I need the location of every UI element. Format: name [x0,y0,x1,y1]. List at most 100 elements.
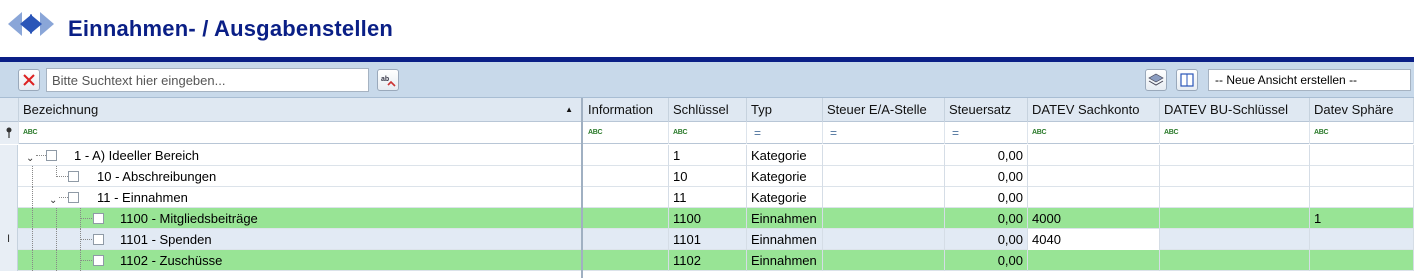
cell-schluessel[interactable]: 10 [669,166,747,187]
table-row[interactable]: ⌄ 1 - A) Ideeller Bereich 1 Kategorie 0,… [0,145,1414,166]
row-checkbox[interactable] [46,150,57,161]
cell-steuer-ea[interactable] [823,187,945,208]
cell-typ[interactable]: Kategorie [747,145,823,166]
cell-steuer-ea[interactable] [823,250,945,271]
cell-bezeichnung[interactable]: ⌄ 1 - A) Ideeller Bereich [19,145,582,166]
row-checkbox[interactable] [68,171,79,182]
row-checkbox[interactable] [68,192,79,203]
column-header-typ[interactable]: Typ [747,98,823,122]
cell-datev-bu[interactable] [1160,229,1310,250]
abc-filter-icon: ABC [1032,129,1047,136]
column-header-schluessel[interactable]: Schlüssel [669,98,747,122]
collapse-chevron-icon[interactable]: ⌄ [49,190,57,208]
row-checkbox[interactable] [93,213,104,224]
cell-typ[interactable]: Kategorie [747,187,823,208]
column-header-datev-sachkonto[interactable]: DATEV Sachkonto [1028,98,1160,122]
filter-cell-datev-bu[interactable]: ABC [1160,122,1310,144]
cell-typ[interactable]: Einnahmen [747,208,823,229]
filter-cell-steuer-ea[interactable]: = [823,122,945,144]
cell-schluessel[interactable]: 1100 [669,208,747,229]
cell-information[interactable] [584,229,669,250]
cell-datev-sachkonto[interactable] [1028,250,1160,271]
cell-datev-bu[interactable] [1160,187,1310,208]
layers-icon [1148,73,1164,86]
table-row[interactable]: 1100 - Mitgliedsbeiträge 1100 Einnahmen … [0,208,1414,229]
search-input[interactable] [46,68,369,92]
row-checkbox[interactable] [93,234,104,245]
column-header-information[interactable]: Information [584,98,669,122]
filter-cell-bezeichnung[interactable]: ABC [19,122,582,144]
cell-datev-sachkonto[interactable] [1028,145,1160,166]
cell-steuersatz[interactable]: 0,00 [945,187,1028,208]
filter-cell-steuersatz[interactable]: = [945,122,1028,144]
cell-datev-sphaere[interactable] [1310,229,1414,250]
cell-datev-sachkonto[interactable]: 4000 [1028,208,1160,229]
cell-steuer-ea[interactable] [823,229,945,250]
cell-steuersatz[interactable]: 0,00 [945,208,1028,229]
cell-datev-bu[interactable] [1160,145,1310,166]
frozen-column-separator[interactable] [581,98,583,278]
cell-steuer-ea[interactable] [823,166,945,187]
cell-bezeichnung[interactable]: ⌄ 11 - Einnahmen [19,187,582,208]
table-row[interactable]: I 1101 - Spenden 1101 Einnahmen 0,00 404… [0,229,1414,250]
table-row[interactable]: ⌄ 11 - Einnahmen 11 Kategorie 0,00 [0,187,1414,208]
pin-icon [6,127,12,138]
filter-cell-datev-sachkonto[interactable]: ABC [1028,122,1160,144]
table-row[interactable]: 10 - Abschreibungen 10 Kategorie 0,00 [0,166,1414,187]
clear-search-button[interactable] [18,69,40,91]
cell-datev-sphaere[interactable]: 1 [1310,208,1414,229]
cell-steuersatz[interactable]: 0,00 [945,250,1028,271]
filter-cell-datev-sphaere[interactable]: ABC [1310,122,1414,144]
cell-steuersatz[interactable]: 0,00 [945,145,1028,166]
row-checkbox[interactable] [93,255,104,266]
cell-datev-sphaere[interactable] [1310,166,1414,187]
cell-information[interactable] [584,145,669,166]
column-header-datev-bu[interactable]: DATEV BU-Schlüssel [1160,98,1310,122]
cell-datev-sachkonto[interactable]: 4040 [1028,229,1160,250]
filter-cell-schluessel[interactable]: ABC [669,122,747,144]
collapse-chevron-icon[interactable]: ⌄ [26,148,34,166]
search-toolbar: ab -- Neue Ansicht erstellen -- [0,62,1414,98]
spellcheck-button[interactable]: ab [377,69,399,91]
layers-button[interactable] [1145,69,1167,91]
book-button[interactable] [1176,69,1198,91]
cell-datev-bu[interactable] [1160,250,1310,271]
cell-bezeichnung[interactable]: 1101 - Spenden [19,229,582,250]
cell-steuersatz[interactable]: 0,00 [945,166,1028,187]
cell-typ[interactable]: Einnahmen [747,229,823,250]
cell-datev-sachkonto[interactable] [1028,187,1160,208]
cell-typ[interactable]: Einnahmen [747,250,823,271]
cell-datev-sphaere[interactable] [1310,187,1414,208]
view-select[interactable]: -- Neue Ansicht erstellen -- [1208,69,1411,91]
cell-information[interactable] [584,187,669,208]
column-header-steuersatz[interactable]: Steuersatz [945,98,1028,122]
column-header-bezeichnung[interactable]: Bezeichnung ▲ [19,98,582,122]
cell-schluessel[interactable]: 1102 [669,250,747,271]
cell-information[interactable] [584,166,669,187]
cell-schluessel[interactable]: 11 [669,187,747,208]
filter-pin-cell[interactable] [0,122,19,144]
cell-typ[interactable]: Kategorie [747,166,823,187]
column-header-datev-sphaere[interactable]: Datev Sphäre [1310,98,1414,122]
cell-datev-bu[interactable] [1160,208,1310,229]
back-forward-arrows-icon[interactable] [6,8,56,40]
table-row[interactable]: 1102 - Zuschüsse 1102 Einnahmen 0,00 [0,250,1414,271]
cell-datev-bu[interactable] [1160,166,1310,187]
cell-steuer-ea[interactable] [823,208,945,229]
cell-datev-sachkonto[interactable] [1028,166,1160,187]
cell-bezeichnung[interactable]: 10 - Abschreibungen [19,166,582,187]
column-header-steuer-ea[interactable]: Steuer E/A-Stelle [823,98,945,122]
filter-cell-information[interactable]: ABC [584,122,669,144]
filter-cell-typ[interactable]: = [747,122,823,144]
tree-connector [80,239,92,240]
cell-schluessel[interactable]: 1101 [669,229,747,250]
cell-steuer-ea[interactable] [823,145,945,166]
cell-information[interactable] [584,208,669,229]
cell-bezeichnung[interactable]: 1102 - Zuschüsse [19,250,582,271]
cell-information[interactable] [584,250,669,271]
cell-datev-sphaere[interactable] [1310,250,1414,271]
cell-bezeichnung[interactable]: 1100 - Mitgliedsbeiträge [19,208,582,229]
cell-steuersatz[interactable]: 0,00 [945,229,1028,250]
cell-datev-sphaere[interactable] [1310,145,1414,166]
cell-schluessel[interactable]: 1 [669,145,747,166]
